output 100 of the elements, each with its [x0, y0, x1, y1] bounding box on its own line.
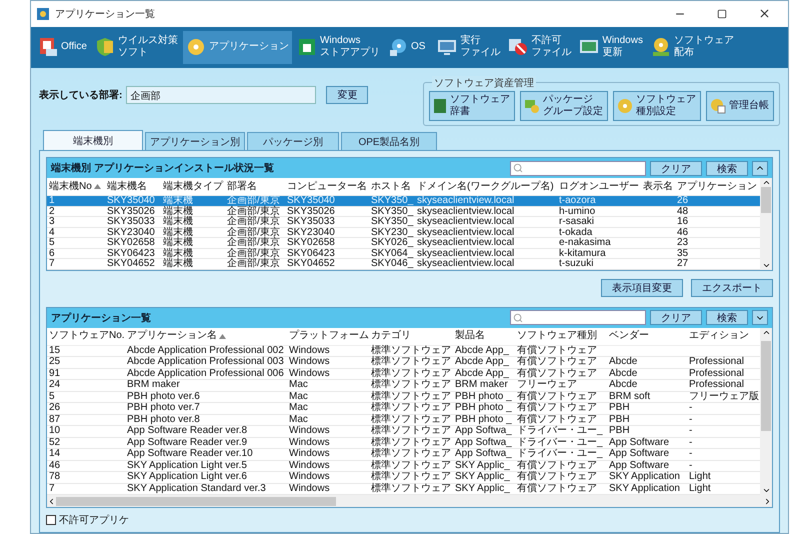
- table-cell-text: 端末機: [162, 217, 193, 226]
- table-cell-text: SKY046_: [370, 259, 414, 268]
- search-button[interactable]: 検索: [706, 160, 748, 176]
- table-cell-text: App Softwa_: [454, 438, 512, 448]
- table-cell-text: 有償ソフトウェア: [516, 472, 597, 482]
- table-cell-text: SKY35026: [286, 206, 335, 216]
- table-cell-text: Professional: [688, 357, 744, 368]
- toolbar-button[interactable]: 不許可 ファイル: [505, 30, 574, 64]
- table-cell-text: 企画部/東京: [226, 259, 280, 268]
- table-cell-text: App Software Reader ver.10: [126, 449, 253, 460]
- clear-button[interactable]: クリア: [650, 310, 702, 325]
- table-cell-text: 端末機: [162, 259, 193, 268]
- table-cell-text: Mac: [288, 414, 308, 425]
- change-button[interactable]: 変更: [326, 86, 368, 104]
- table-cell-text: App Software: [608, 460, 670, 471]
- clear-button[interactable]: クリア: [650, 160, 702, 176]
- checkbox-label: 不許可アプリケ: [59, 514, 129, 527]
- table-cell-text: Windows: [288, 460, 330, 471]
- table-row[interactable]: 5 SKY02658 端末機 企画部/東京 SKY02658 SKY026_ skyseaclientview.local e-nakasima 23: [47, 238, 760, 248]
- table-row[interactable]: 2 SKY35026 端末機 企画部/東京 SKY35026 SKY350_ skyseaclientview.local h-umino 48: [47, 206, 760, 217]
- toolbar-button[interactable]: アプリケーション: [182, 30, 292, 64]
- table-row[interactable]: 7 SKY04652 端末機 企画部/東京 SKY04652 SKY046_ skyseaclientview.local t-suzuki 27: [47, 259, 760, 270]
- table-cell-text: 標準ソフトウェア: [370, 460, 451, 470]
- table-cell-text: 標準ソフトウェア: [370, 392, 451, 402]
- table-cell-text: 3: [48, 217, 55, 226]
- search-button[interactable]: 検索: [706, 310, 748, 325]
- display-items-button[interactable]: 表示項目変更: [601, 278, 683, 296]
- toolbar-button[interactable]: Office: [35, 30, 90, 64]
- table-cell-text: SKY064_: [370, 248, 414, 258]
- table-cell-text: Abcde Application Professional 003: [126, 357, 284, 368]
- sort-icon: [94, 184, 101, 189]
- scrollbar-thumb[interactable]: [56, 496, 336, 506]
- toolbar-button[interactable]: Windows 更新: [576, 30, 646, 64]
- toolbar-button[interactable]: ソフトウェア 配布: [648, 30, 737, 64]
- toolbar-button[interactable]: 実行 ファイル: [434, 30, 504, 64]
- table-cell-text: 6: [48, 248, 55, 258]
- collapse-button[interactable]: [752, 160, 768, 176]
- column-header[interactable]: 製品名: [453, 328, 515, 346]
- table-cell-text: Abcde: [608, 357, 638, 368]
- table-cell-text: Windows: [288, 449, 330, 460]
- table-cell-text: skyseaclientview.local: [416, 238, 514, 248]
- toolbar-button[interactable]: OS: [384, 30, 428, 64]
- asset-button[interactable]: パッケージ グループ設定: [520, 91, 608, 121]
- toolbar-button[interactable]: Windows ストアアプリ: [294, 30, 383, 64]
- table-cell-text: Windows: [288, 346, 330, 356]
- search-field[interactable]: [510, 160, 646, 176]
- tab[interactable]: アプリケーション別: [145, 132, 245, 150]
- table-cell-text: 端末機: [162, 238, 193, 248]
- table-cell-text: SKY35033: [286, 217, 335, 226]
- tab[interactable]: OPE製品名別: [341, 132, 437, 150]
- column-header[interactable]: カテゴリ: [369, 328, 453, 346]
- table-row[interactable]: 3 SKY35033 端末機 企画部/東京 SKY35033 SKY350_ skyseaclientview.local r-sasaki 16: [47, 217, 760, 228]
- scroll-right-icon[interactable]: [763, 496, 772, 506]
- column-header[interactable]: アプリケーション名: [125, 328, 287, 346]
- scrollbar[interactable]: [760, 178, 772, 270]
- table-cell-text: k-kitamura: [558, 248, 606, 258]
- column-header[interactable]: ソフトウェア種別: [515, 328, 607, 346]
- export-button[interactable]: エクスポート: [691, 278, 773, 296]
- table-cell-text: App Software: [608, 449, 670, 460]
- panel-title: アプリケーション一覧: [51, 311, 152, 324]
- table-cell-text: Windows: [288, 438, 330, 448]
- disc-icon: [617, 98, 633, 114]
- table-cell-text: 企画部/東京: [226, 206, 280, 216]
- tab[interactable]: パッケージ別: [247, 132, 339, 150]
- horizontal-scrollbar[interactable]: [47, 495, 772, 507]
- panel-title: 端末機別 アプリケーションインストール状況一覧: [51, 161, 275, 175]
- table-cell-text: -: [688, 426, 692, 436]
- disc-icon: [650, 37, 671, 58]
- tab[interactable]: 端末機別: [43, 130, 143, 150]
- department-label: 表示している部署:: [39, 88, 122, 102]
- table-row[interactable]: 4 SKY23040 端末機 企画部/東京 SKY23040 SKY230_ skyseaclientview.local t-okada 46: [47, 228, 760, 238]
- expand-button[interactable]: [752, 310, 768, 325]
- scroll-up-icon[interactable]: [762, 178, 770, 187]
- table-cell-text: PBH photo ver.8: [126, 414, 200, 425]
- table-cell-text: PBH photo _: [454, 414, 512, 425]
- search-field[interactable]: [510, 310, 646, 325]
- department-field[interactable]: 企画部: [126, 86, 316, 104]
- column-header[interactable]: プラットフォーム: [287, 328, 369, 346]
- table-row[interactable]: 6 SKY06423 端末機 企画部/東京 SKY06423 SKY064_ skyseaclientview.local k-kitamura 35: [47, 248, 760, 259]
- table-cell-text: PBH photo ver.6: [126, 392, 200, 402]
- asset-button[interactable]: ソフトウェア 辞書: [429, 91, 515, 121]
- scroll-down-icon[interactable]: [762, 486, 770, 495]
- scrollbar[interactable]: [760, 328, 772, 495]
- scrollbar-thumb[interactable]: [761, 187, 771, 213]
- table-cell-text: skyseaclientview.local: [416, 196, 514, 206]
- table-cell-text: 有償ソフトウェア: [516, 414, 597, 425]
- table-cell-text: 端末機: [162, 228, 193, 237]
- checkbox[interactable]: [46, 515, 56, 525]
- asset-button[interactable]: 管理台帳: [706, 91, 774, 121]
- table-cell-text: SKY23040: [106, 228, 155, 237]
- group-legend: ソフトウェア資産管理: [432, 76, 536, 90]
- table-cell-text: SKY02658: [106, 238, 155, 248]
- asset-button[interactable]: ソフトウェア 種別設定: [613, 91, 701, 121]
- table-cell-text: 有償ソフトウェア: [516, 484, 597, 494]
- scroll-left-icon[interactable]: [47, 496, 56, 506]
- toolbar-button[interactable]: ウイルス対策 ソフト: [92, 30, 181, 64]
- column-header[interactable]: ベンダー: [607, 328, 687, 346]
- scrollbar-thumb[interactable]: [761, 340, 771, 430]
- table-cell-text: Professional: [688, 368, 744, 379]
- column-header[interactable]: ソフトウェアNo.: [47, 328, 125, 346]
